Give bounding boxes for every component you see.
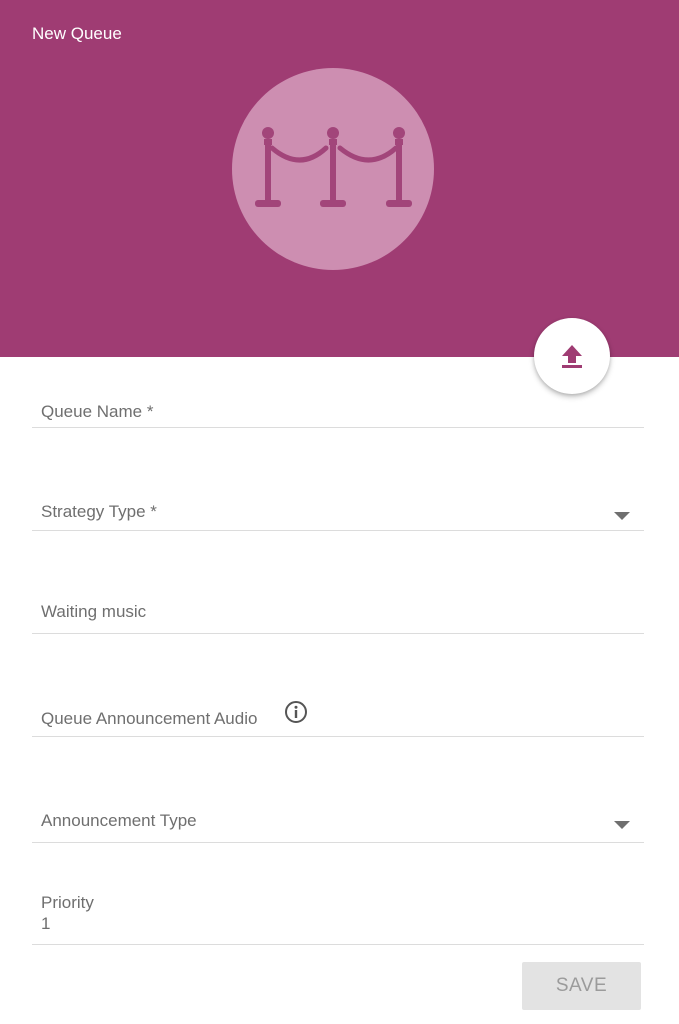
upload-icon: [562, 345, 582, 368]
queue-name-label: Queue Name *: [41, 402, 154, 421]
queue-name-field[interactable]: Queue Name *: [32, 398, 644, 428]
dropdown-arrow-icon: [614, 512, 630, 520]
page-title: New Queue: [32, 24, 122, 43]
waiting-music-field[interactable]: Waiting music: [32, 598, 644, 634]
queue-announcement-audio-label: Queue Announcement Audio: [41, 709, 258, 728]
info-icon[interactable]: [284, 700, 308, 724]
announcement-type-select[interactable]: Announcement Type: [32, 806, 644, 843]
waiting-music-label: Waiting music: [41, 602, 147, 621]
priority-field[interactable]: Priority 1: [32, 888, 644, 945]
queue-avatar: [232, 68, 434, 270]
priority-label: Priority: [41, 893, 94, 912]
save-button[interactable]: SAVE: [522, 962, 641, 1010]
queue-stanchions-icon: [255, 127, 412, 207]
header: New Queue: [0, 0, 679, 357]
queue-announcement-audio-field[interactable]: Queue Announcement Audio: [32, 701, 644, 737]
priority-value: 1: [41, 914, 51, 933]
strategy-type-select[interactable]: Strategy Type *: [32, 497, 644, 531]
dropdown-arrow-icon: [614, 821, 630, 829]
upload-image-button[interactable]: [534, 318, 610, 394]
announcement-type-label: Announcement Type: [41, 811, 197, 830]
strategy-type-label: Strategy Type *: [41, 502, 157, 521]
